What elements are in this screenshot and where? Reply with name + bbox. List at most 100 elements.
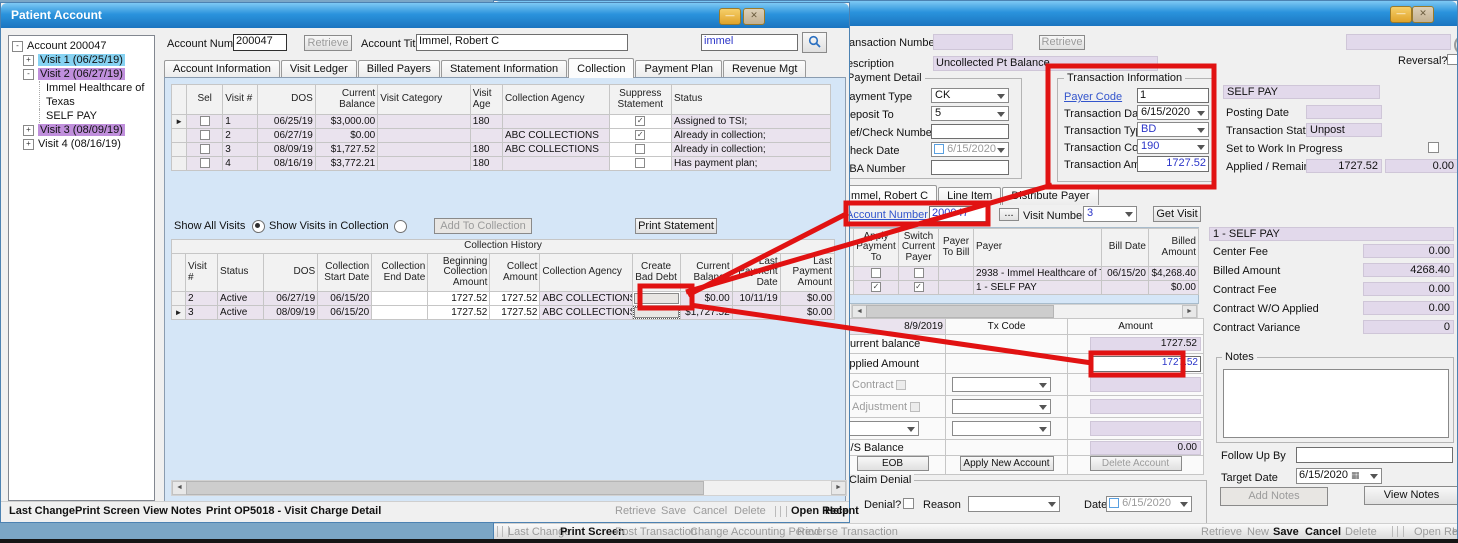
print-statement-button[interactable]: Print Statement: [635, 218, 717, 234]
tree-item-visit2[interactable]: -Visit 2 (06/27/19): [23, 67, 154, 81]
collapse-icon[interactable]: -: [23, 69, 34, 80]
create-bad-debt-button[interactable]: [634, 293, 679, 304]
scroll-left-icon[interactable]: ◄: [172, 481, 187, 495]
tab-revenue-mgt[interactable]: Revenue Mgt: [723, 60, 806, 78]
transaction-number-input[interactable]: [933, 34, 1013, 50]
suppress-checkbox[interactable]: [635, 158, 645, 168]
sel-checkbox[interactable]: [200, 116, 210, 126]
menu-retrieve[interactable]: Retrieve: [1201, 526, 1242, 538]
tree-item-visit1[interactable]: +Visit 1 (06/25/19): [23, 53, 154, 67]
tab-billed-payers[interactable]: Billed Payers: [358, 60, 440, 78]
tree-item-payer2[interactable]: SELF PAY: [39, 109, 154, 123]
menu-save[interactable]: Save: [1273, 526, 1299, 538]
payer-code-input[interactable]: 1: [1137, 88, 1209, 103]
menu-reverse-transaction[interactable]: Reverse Transaction: [797, 526, 898, 538]
target-date-picker[interactable]: 6/15/2020 ▦: [1296, 468, 1382, 484]
tab-patient[interactable]: Immel, Robert C: [839, 185, 937, 205]
tab-payment-plan[interactable]: Payment Plan: [635, 60, 721, 78]
ref-check-number-input[interactable]: [931, 124, 1009, 139]
collection-row[interactable]: ► 3Active 08/09/1906/15/20 1727.52 1727.…: [172, 306, 835, 320]
apply-payment-checkbox[interactable]: [871, 268, 881, 278]
menu-delete[interactable]: Delete: [1345, 526, 1377, 538]
description-input[interactable]: Uncollected Pt Balance: [933, 56, 1158, 71]
menu-help[interactable]: He: [1452, 526, 1458, 538]
aba-number-input[interactable]: [931, 160, 1009, 175]
tab-line-item[interactable]: Line Item: [938, 187, 1001, 205]
visit-row[interactable]: 206/27/19 $0.00 ABC COLLECTIONS ✓ Alread…: [172, 129, 831, 143]
payer-row[interactable]: ✓ ✓ 1 - SELF PAY $0.00: [841, 281, 1199, 295]
transaction-type-select[interactable]: BD: [1137, 122, 1209, 137]
patient-search-input[interactable]: immel: [701, 34, 798, 51]
payer-code-link[interactable]: Payer Code: [1064, 91, 1122, 103]
eob-button[interactable]: EOB: [857, 456, 929, 471]
tab-collection[interactable]: Collection: [568, 58, 634, 78]
switch-payer-checkbox[interactable]: [914, 268, 924, 278]
tree-item-payer1[interactable]: Immel Healthcare of Texas: [39, 81, 154, 109]
minimize-button[interactable]: —: [1390, 6, 1412, 23]
expand-icon[interactable]: +: [23, 125, 34, 136]
transaction-date-select[interactable]: 6/15/2020: [1137, 105, 1209, 120]
show-visits-in-collection-radio[interactable]: [394, 220, 407, 233]
menu-save[interactable]: Save: [661, 505, 686, 517]
check-date-checkbox[interactable]: [934, 144, 944, 154]
sel-checkbox[interactable]: [200, 130, 210, 140]
reason-select[interactable]: [968, 496, 1060, 512]
visit-number-select[interactable]: 3: [1083, 206, 1137, 222]
scroll-right-icon[interactable]: ►: [831, 481, 846, 495]
expand-icon[interactable]: +: [23, 55, 34, 66]
denial-checkbox[interactable]: [903, 498, 914, 509]
deposit-to-select[interactable]: 5: [931, 106, 1009, 121]
close-button[interactable]: ✕: [1412, 6, 1434, 23]
payer-grid-scrollbar[interactable]: ◄ ►: [851, 304, 1198, 319]
search-button[interactable]: [802, 32, 827, 53]
visit-row[interactable]: 308/09/19 $1,727.52 180ABC COLLECTIONS A…: [172, 143, 831, 157]
check-date-picker[interactable]: 6/15/2020: [931, 142, 1009, 157]
collection-scrollbar[interactable]: ◄ ►: [171, 480, 847, 496]
close-button[interactable]: ✕: [743, 8, 765, 25]
denial-date-checkbox[interactable]: [1109, 498, 1119, 508]
show-all-visits-radio[interactable]: [252, 220, 265, 233]
tree-root[interactable]: -Account 200047: [12, 39, 154, 53]
view-notes-button[interactable]: View Notes: [1364, 486, 1458, 505]
adjustment-checkbox[interactable]: [910, 402, 920, 412]
other-code-select[interactable]: [952, 421, 1051, 436]
payment-type-select[interactable]: CK: [931, 88, 1009, 103]
menu-cancel[interactable]: Cancel: [1305, 526, 1341, 538]
lookup-input[interactable]: [1346, 34, 1451, 50]
menu-print-op5018[interactable]: Print OP5018 - Visit Charge Detail: [206, 505, 381, 517]
tree-item-visit3[interactable]: +Visit 3 (08/09/19): [23, 123, 154, 137]
sel-checkbox[interactable]: [200, 144, 210, 154]
adjustment-code-select[interactable]: [952, 399, 1051, 414]
collection-row[interactable]: 2Active 06/27/1906/15/20 1727.52 1727.52…: [172, 292, 835, 306]
contract-checkbox[interactable]: [896, 380, 906, 390]
menu-print-screen[interactable]: Print Screen: [75, 505, 140, 517]
scroll-left-icon[interactable]: ◄: [852, 305, 867, 318]
search-icon[interactable]: [1454, 35, 1458, 55]
row-selector[interactable]: ►: [172, 306, 186, 320]
menu-post-transaction[interactable]: Post Transaction: [615, 526, 697, 538]
scroll-right-icon[interactable]: ►: [1182, 305, 1197, 318]
retrieve-button[interactable]: Retrieve: [308, 37, 349, 49]
retrieve-button[interactable]: Retrieve: [1042, 36, 1083, 48]
account-number-input[interactable]: 200047: [929, 206, 987, 222]
sel-checkbox[interactable]: [200, 158, 210, 168]
account-lookup-button[interactable]: ...: [999, 208, 1019, 221]
reversal-checkbox[interactable]: [1447, 54, 1458, 65]
menu-delete[interactable]: Delete: [734, 505, 766, 517]
menu-help[interactable]: Help: [825, 505, 849, 517]
visit-row[interactable]: 408/16/19 $3,772.21 180 Has payment plan…: [172, 157, 831, 171]
scrollbar-thumb[interactable]: [186, 481, 704, 495]
suppress-checkbox[interactable]: [635, 144, 645, 154]
minimize-button[interactable]: —: [719, 8, 741, 25]
menu-retrieve[interactable]: Retrieve: [615, 505, 656, 517]
collapse-icon[interactable]: -: [12, 41, 23, 52]
notes-textarea[interactable]: [1223, 369, 1449, 438]
apply-new-account-button[interactable]: Apply New Account: [960, 456, 1054, 471]
payer-row[interactable]: 2938 - Immel Healthcare of Tex. 06/15/20…: [841, 267, 1199, 281]
wip-checkbox[interactable]: [1428, 142, 1439, 153]
tab-visit-ledger[interactable]: Visit Ledger: [281, 60, 357, 78]
switch-payer-checkbox[interactable]: ✓: [914, 282, 924, 292]
menu-new[interactable]: New: [1247, 526, 1269, 538]
add-to-collection-button[interactable]: Add To Collection: [440, 220, 525, 232]
menu-last-change[interactable]: Last Change: [9, 505, 75, 517]
